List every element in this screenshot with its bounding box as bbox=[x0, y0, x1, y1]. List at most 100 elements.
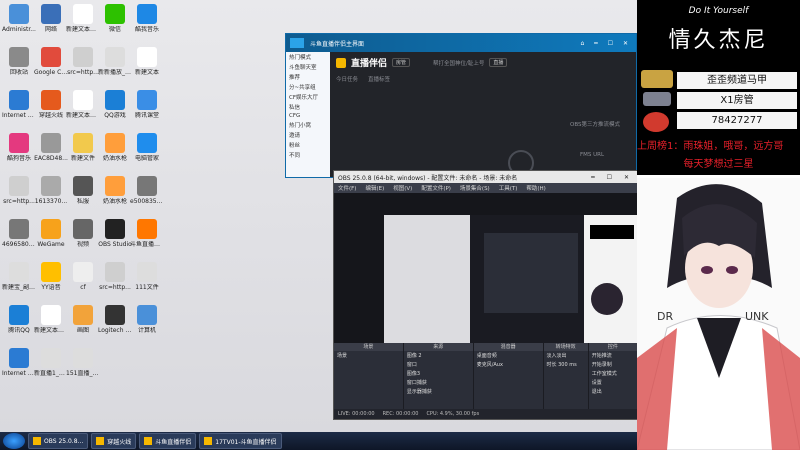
desktop-icon-label: 穿越火线 bbox=[38, 112, 63, 119]
obs-window-controls[interactable]: ━ ☐ ✕ bbox=[591, 174, 634, 181]
desktop-icon[interactable]: YY语音 bbox=[34, 262, 68, 291]
obs-menu-item[interactable]: 文件(F) bbox=[338, 184, 356, 192]
desktop-icon[interactable]: 画图 bbox=[66, 305, 100, 334]
obs-dock-item[interactable]: 开始录制 bbox=[589, 360, 637, 369]
desktop-icon[interactable]: src=http... bbox=[66, 47, 100, 76]
desktop-icon[interactable]: e5008355... bbox=[130, 176, 164, 205]
desktop-icon[interactable]: 46965806... bbox=[2, 219, 36, 248]
taskbar-item[interactable]: OBS 25.0.8... bbox=[28, 433, 89, 449]
obs-titlebar[interactable]: OBS 25.0.8 (64-bit, windows) - 配置文件: 未命名… bbox=[334, 171, 638, 183]
desktop-icon[interactable]: WeGame bbox=[34, 219, 68, 248]
obs-dock-item[interactable]: 退出 bbox=[589, 387, 637, 396]
side-panel-item[interactable]: 私信 bbox=[286, 102, 330, 112]
room-manager-button[interactable]: 房管 bbox=[392, 58, 411, 67]
desktop-icon[interactable]: 酷我音乐 bbox=[130, 4, 164, 33]
desktop-icon[interactable]: Administr... bbox=[2, 4, 36, 33]
desktop-icon-image bbox=[9, 262, 29, 282]
obs-menu-item[interactable]: 编辑(E) bbox=[365, 184, 384, 192]
desktop-icon[interactable]: 新新播放_副本_副本_副本 bbox=[98, 47, 132, 76]
desktop-icon-image bbox=[105, 90, 125, 110]
obs-menu-item[interactable]: 视图(V) bbox=[393, 184, 412, 192]
desktop-icon[interactable]: 奶油水枪 bbox=[98, 133, 132, 162]
obs-dock-item[interactable]: 时长 300 ms bbox=[544, 360, 588, 369]
desktop-icon[interactable]: 电脑管家 bbox=[130, 133, 164, 162]
obs-dock-item[interactable]: 麦克风/Aux bbox=[474, 360, 543, 369]
desktop-icon[interactable]: Logitech G HUB bbox=[98, 305, 132, 334]
obs-dock-item[interactable]: 窗口 bbox=[404, 360, 473, 369]
desktop-icon[interactable]: 腾讯QQ bbox=[2, 305, 36, 334]
desktop-icon[interactable]: 私服 bbox=[66, 176, 100, 205]
obs-dock-item[interactable]: 淡入淡出 bbox=[544, 351, 588, 360]
side-panel-item[interactable]: 邀请 bbox=[286, 130, 330, 140]
obs-dock-item[interactable]: 设置 bbox=[589, 378, 637, 387]
obs-menu-item[interactable]: 帮助(H) bbox=[526, 184, 545, 192]
desktop-icon[interactable]: 视频 bbox=[66, 219, 100, 248]
desktop-icon[interactable]: QQ游戏 bbox=[98, 90, 132, 119]
desktop-icon[interactable]: 1613370... bbox=[34, 176, 68, 205]
obs-dock-item[interactable]: 场景 bbox=[334, 351, 403, 360]
desktop-icon[interactable]: 新建文本文档 (2) bbox=[66, 4, 100, 33]
desktop-icon[interactable]: 新建文本文档 (3) bbox=[66, 90, 100, 119]
desktop-icon[interactable]: 新建宝_副本 3331_副本 bbox=[2, 262, 36, 291]
desktop-icon[interactable]: 计算机 bbox=[130, 305, 164, 334]
side-panel-item[interactable]: 热门模式 bbox=[286, 52, 330, 62]
desktop-icon[interactable]: Google Chrome bbox=[34, 47, 68, 76]
side-panel-item[interactable]: CF娱乐大厅 bbox=[286, 92, 330, 102]
desktop-icon[interactable]: 新建文件 bbox=[66, 133, 100, 162]
obs-dock-item[interactable]: 显示器捕获 bbox=[404, 387, 473, 396]
obs-menu-item[interactable]: 场景集合(S) bbox=[460, 184, 490, 192]
desktop-icon-label: 新建文本 bbox=[134, 69, 159, 76]
side-panel-item[interactable]: 不同 bbox=[286, 150, 330, 160]
side-panel-item[interactable]: 推荐 bbox=[286, 72, 330, 82]
start-button[interactable] bbox=[3, 433, 25, 449]
side-panel-item[interactable]: 斗鱼聊天室 bbox=[286, 62, 330, 72]
obs-dock-item[interactable]: 开始推流 bbox=[589, 351, 637, 360]
desktop-icon[interactable]: src=http... bbox=[2, 176, 36, 205]
status-tag[interactable]: 直播 bbox=[489, 58, 508, 67]
side-panel-item[interactable]: 分~共享组 bbox=[286, 82, 330, 92]
desktop-icon[interactable]: 111文件 bbox=[130, 262, 164, 291]
desktop-icon[interactable]: 网络 bbox=[34, 4, 68, 33]
live-companion-window[interactable]: 斗鱼直播伴侣主界面 ⌂ ━ ☐ ✕ 热门模式 斗鱼聊天室 推荐 分~共享组 CF娱乐大厅… bbox=[285, 33, 637, 178]
live-window-titlebar[interactable]: 斗鱼直播伴侣主界面 ⌂ ━ ☐ ✕ bbox=[286, 34, 636, 52]
taskbar-item[interactable]: 斗鱼直播伴侣 bbox=[139, 433, 197, 449]
side-panel-item[interactable]: 粉丝 bbox=[286, 140, 330, 150]
desktop-icon[interactable]: 151直播_副本2222... bbox=[66, 348, 100, 377]
obs-menubar[interactable]: 文件(F) 编辑(E) 视图(V) 配置文件(P) 场景集合(S) 工具(T) 帮助(H) bbox=[334, 183, 638, 193]
desktop-icon-label: Logitech G HUB bbox=[98, 327, 132, 334]
desktop-icon[interactable]: 腾讯课堂 bbox=[130, 90, 164, 119]
obs-dock-item[interactable]: 工作室模式 bbox=[589, 369, 637, 378]
desktop-icon[interactable]: OBS Studio bbox=[98, 219, 132, 248]
taskbar-item[interactable]: 穿越火线 bbox=[91, 433, 137, 449]
desktop-icon[interactable]: EAC8D48... bbox=[34, 133, 68, 162]
obs-dock-item[interactable]: 桌面音频 bbox=[474, 351, 543, 360]
desktop-icon[interactable]: 穿越火线 bbox=[34, 90, 68, 119]
obs-dock-item[interactable]: 图像 2 bbox=[404, 351, 473, 360]
desktop-icon[interactable]: 新直播1_副本 bbox=[34, 348, 68, 377]
obs-preview[interactable] bbox=[334, 193, 638, 343]
desktop-icon[interactable]: 酷狗音乐 bbox=[2, 133, 36, 162]
desktop-icon[interactable]: 新建文本 bbox=[130, 47, 164, 76]
desktop-icon[interactable]: 斗鱼直播伴侣 bbox=[130, 219, 164, 248]
window-controls[interactable]: ⌂ ━ ☐ ✕ bbox=[580, 40, 632, 47]
desktop-icon[interactable]: cf bbox=[66, 262, 100, 291]
obs-title: OBS 25.0.8 (64-bit, windows) - 配置文件: 未命名… bbox=[338, 174, 518, 182]
overlay-header: Do It Yourself 情久杰尼 bbox=[637, 0, 800, 60]
desktop-icon[interactable]: Internet Explorer bbox=[2, 90, 36, 119]
desktop-icon[interactable]: Internet Explorer bbox=[2, 348, 36, 377]
side-panel-item[interactable]: CFG bbox=[286, 112, 330, 120]
obs-dock-item[interactable]: 窗口捕获 bbox=[404, 378, 473, 387]
desktop-icon[interactable]: 新建文本文档 bbox=[34, 305, 68, 334]
obs-menu-item[interactable]: 工具(T) bbox=[499, 184, 518, 192]
obs-menu-item[interactable]: 配置文件(P) bbox=[421, 184, 451, 192]
desktop-icon[interactable]: 微信 bbox=[98, 4, 132, 33]
desktop-icon[interactable]: 回收站 bbox=[2, 47, 36, 76]
desktop-icon[interactable]: 奶油水枪 bbox=[98, 176, 132, 205]
live-tag[interactable]: 直播标签 bbox=[368, 75, 390, 83]
today-task[interactable]: 今日任务 bbox=[336, 75, 358, 83]
obs-dock-item[interactable]: 图像3 bbox=[404, 369, 473, 378]
taskbar-item[interactable]: 17TV01-斗鱼直播伴侣 bbox=[199, 433, 282, 449]
desktop-icon[interactable]: src=http... bbox=[98, 262, 132, 291]
side-panel-item[interactable]: 热门小窝 bbox=[286, 120, 330, 130]
obs-window[interactable]: OBS 25.0.8 (64-bit, windows) - 配置文件: 未命名… bbox=[333, 170, 646, 420]
